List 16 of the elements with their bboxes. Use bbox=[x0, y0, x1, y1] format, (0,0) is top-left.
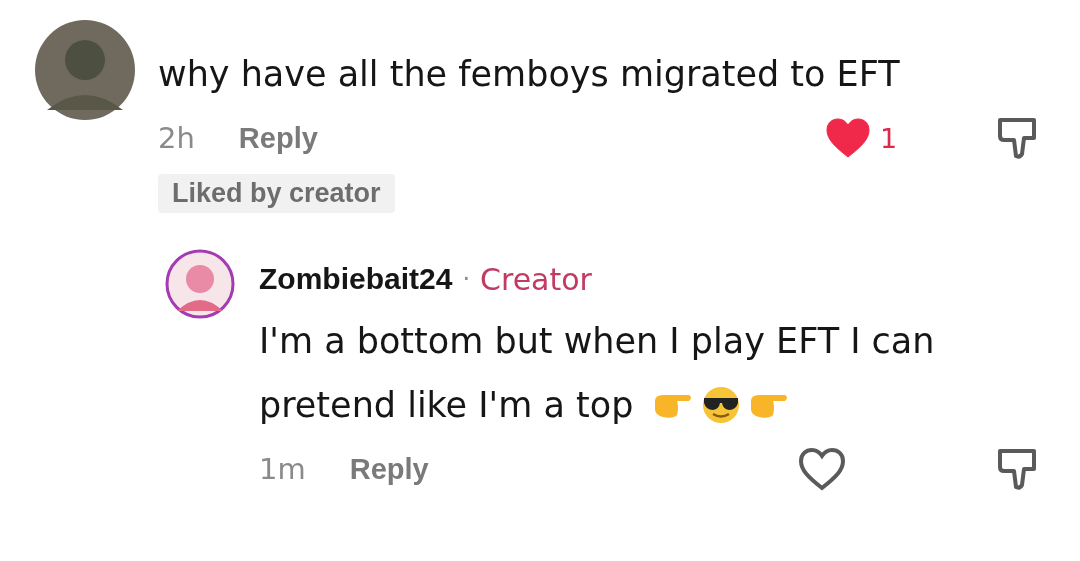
comment-time: 1m bbox=[259, 452, 306, 486]
heart-icon[interactable] bbox=[798, 447, 846, 491]
reply-button[interactable]: Reply bbox=[238, 121, 318, 155]
comment-time: 2h bbox=[158, 121, 195, 155]
heart-icon[interactable] bbox=[824, 116, 872, 160]
separator-dot: · bbox=[462, 265, 470, 293]
author-name[interactable]: Zombiebait24 bbox=[259, 262, 453, 296]
reply-text: pretend like I'm a top bbox=[259, 384, 634, 427]
creator-label: Creator bbox=[480, 261, 592, 297]
like-count: 1 bbox=[880, 122, 898, 154]
liked-by-creator-badge: Liked by creator bbox=[158, 174, 395, 213]
reply-text: I'm a bottom but when I play EFT I can bbox=[259, 320, 935, 363]
comment-text: why have all the femboys migrated to EFT bbox=[158, 53, 901, 96]
avatar[interactable] bbox=[35, 20, 135, 120]
avatar[interactable] bbox=[165, 249, 235, 319]
reply-button[interactable]: Reply bbox=[349, 452, 429, 486]
